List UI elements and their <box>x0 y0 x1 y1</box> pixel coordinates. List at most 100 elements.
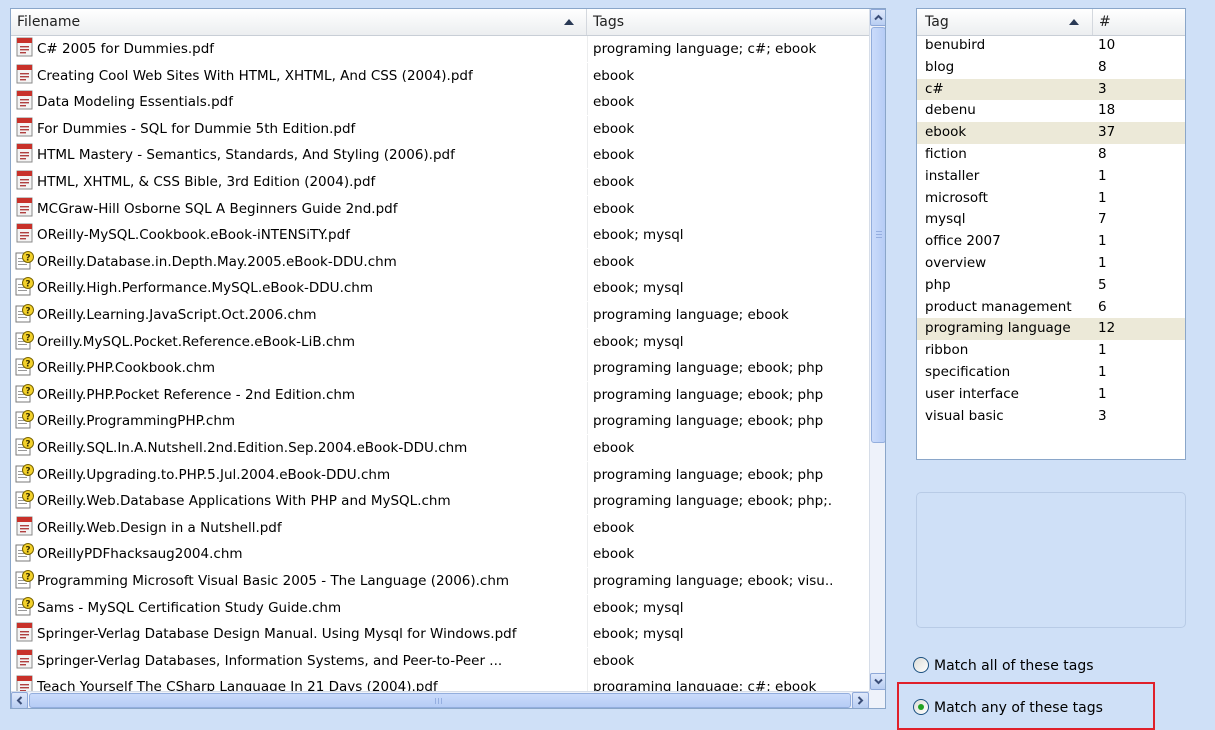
file-row[interactable]: ? OReilly.Learning.JavaScript.Oct.2006.ch… <box>11 302 869 328</box>
file-name: For Dummies - SQL for Dummie 5th Edition… <box>37 120 356 137</box>
file-name: OReilly.ProgrammingPHP.chm <box>37 413 236 430</box>
svg-text:?: ? <box>25 360 30 370</box>
tag-row[interactable]: ribbon 1 <box>917 340 1185 362</box>
column-header-count-label: # <box>1099 14 1111 30</box>
column-header-count[interactable]: # <box>1093 9 1185 35</box>
file-row[interactable]: ? Sams - MySQL Certification Study Guide.… <box>11 594 869 621</box>
file-row[interactable]: ? OReilly.Database.in.Depth.May.2005.eBoo… <box>11 248 869 275</box>
chm-help-icon: ? <box>15 542 35 562</box>
file-tags: ebook <box>593 94 635 111</box>
chm-help-icon: ? <box>15 596 35 616</box>
scrollbar-corner <box>869 691 885 708</box>
file-row[interactable]: Creating Cool Web Sites With HTML, XHTML… <box>11 62 869 89</box>
file-row[interactable]: ? OReilly.Upgrading.to.PHP.5.Jul.2004.eBo… <box>11 461 869 488</box>
file-row[interactable]: MCGraw-Hill Osborne SQL A Beginners Guid… <box>11 195 869 222</box>
file-name-cell: C# 2005 for Dummies.pdf <box>15 36 588 62</box>
file-name: C# 2005 for Dummies.pdf <box>37 41 215 57</box>
file-row[interactable]: ? OReilly.High.Performance.MySQL.eBook-DD… <box>11 275 869 302</box>
tag-row[interactable]: visual basic 3 <box>917 406 1185 428</box>
tag-row[interactable]: microsoft 1 <box>917 188 1185 210</box>
tag-row[interactable]: debenu 18 <box>917 100 1185 122</box>
file-name: OReilly.Learning.JavaScript.Oct.2006.chm <box>37 307 317 323</box>
file-row[interactable]: ? OReilly.Web.Database Applications With … <box>11 488 869 515</box>
tag-row[interactable]: benubird 10 <box>917 35 1185 57</box>
tag-row[interactable]: specification 1 <box>917 362 1185 384</box>
tag-name: visual basic <box>925 407 1004 424</box>
pdf-icon <box>15 37 35 57</box>
file-name-cell: MCGraw-Hill Osborne SQL A Beginners Guid… <box>15 195 588 222</box>
pdf-icon <box>15 64 35 84</box>
tag-name: php <box>925 276 951 293</box>
file-name-cell: For Dummies - SQL for Dummie 5th Edition… <box>15 115 588 142</box>
vertical-scrollbar[interactable] <box>869 9 885 691</box>
file-name-cell: ? OReilly.ProgrammingPHP.chm <box>15 408 588 435</box>
column-header-tags[interactable]: Tags <box>587 9 869 35</box>
file-row[interactable]: HTML Mastery - Semantics, Standards, And… <box>11 142 869 169</box>
scroll-down-button[interactable] <box>870 673 885 690</box>
file-name-cell: ? OReillyPDFhacksaug2004.chm <box>15 541 588 568</box>
tag-row[interactable]: ebook 37 <box>917 122 1185 144</box>
file-name-cell: Springer-Verlag Database Design Manual. … <box>15 621 588 648</box>
file-name: OReilly.High.Performance.MySQL.eBook-DDU… <box>37 280 373 297</box>
scroll-up-button[interactable] <box>870 9 885 26</box>
file-row[interactable]: Data Modeling Essentials.pdf ebook <box>11 89 869 116</box>
tag-row[interactable]: overview 1 <box>917 253 1185 275</box>
tag-row[interactable]: office 2007 1 <box>917 231 1185 253</box>
scroll-left-button[interactable] <box>11 692 28 708</box>
file-tags: programing language; ebook; visu.. <box>593 573 834 589</box>
tag-row[interactable]: programing language 12 <box>917 318 1185 341</box>
tag-name: debenu <box>925 102 976 119</box>
file-row[interactable]: ? OReilly.ProgrammingPHP.chm programing la… <box>11 408 869 435</box>
file-row[interactable]: ? OReilly.SQL.In.A.Nutshell.2nd.Edition.S… <box>11 435 869 461</box>
file-tags: programing language; ebook; php <box>593 386 824 403</box>
file-row[interactable]: OReilly.Web.Design in a Nutshell.pdf eboo… <box>11 514 869 541</box>
file-name: MCGraw-Hill Osborne SQL A Beginners Guid… <box>37 200 398 217</box>
file-row[interactable]: Springer-Verlag Databases, Information S… <box>11 647 869 674</box>
tag-list[interactable]: Tag # benubird 10 blog 8 c# 3 debenu 18 ebook 37 f… <box>916 8 1186 460</box>
file-row[interactable]: ? OReillyPDFhacksaug2004.chm ebook <box>11 541 869 568</box>
file-name: Sams - MySQL Certification Study Guide.c… <box>37 599 342 616</box>
file-tags: programing language; ebook; php;. <box>593 493 833 510</box>
tag-row[interactable]: c# 3 <box>917 78 1185 101</box>
file-row[interactable]: ? Oreilly.MySQL.Pocket.Reference.eBook-Li… <box>11 328 869 355</box>
column-header-tag[interactable]: Tag <box>917 9 1093 35</box>
file-tags: ebook <box>593 253 635 270</box>
file-tags: programing language; c#; ebook <box>593 41 817 57</box>
vertical-scroll-thumb[interactable] <box>871 27 885 443</box>
tag-count: 12 <box>1098 320 1116 337</box>
file-row[interactable]: HTML, XHTML, & CSS Bible, 3rd Edition (2… <box>11 169 869 195</box>
file-row[interactable]: ? Programming Microsoft Visual Basic 2005… <box>11 568 869 594</box>
tag-name: c# <box>925 80 944 97</box>
svg-text:?: ? <box>25 573 30 583</box>
chm-help-icon: ? <box>15 436 35 456</box>
tag-row[interactable]: blog 8 <box>917 57 1185 79</box>
file-name-cell: HTML Mastery - Semantics, Standards, And… <box>15 142 588 169</box>
file-name-cell: OReilly.Web.Design in a Nutshell.pdf <box>15 514 588 541</box>
match-all-radio[interactable]: Match all of these tags <box>913 655 1143 677</box>
tag-row[interactable]: fiction 8 <box>917 144 1185 166</box>
tag-count: 5 <box>1098 276 1107 293</box>
file-row[interactable]: C# 2005 for Dummies.pdf programing langua… <box>11 36 869 62</box>
tag-row[interactable]: php 5 <box>917 275 1185 297</box>
tag-row[interactable]: installer 1 <box>917 166 1185 188</box>
tag-count: 1 <box>1098 189 1107 206</box>
file-row[interactable]: ? OReilly.PHP.Cookbook.chm programing lang… <box>11 355 869 382</box>
file-tags: programing language; ebook; php <box>593 360 824 377</box>
tag-row[interactable]: mysql 7 <box>917 209 1185 231</box>
tag-row[interactable]: product management 6 <box>917 297 1185 319</box>
file-row[interactable]: Springer-Verlag Database Design Manual. … <box>11 621 869 648</box>
file-row[interactable]: ? OReilly.PHP.Pocket Reference - 2nd Edit… <box>11 381 869 408</box>
sort-ascending-icon <box>564 19 574 25</box>
pdf-icon <box>15 622 35 642</box>
horizontal-scrollbar[interactable] <box>11 691 869 708</box>
file-row[interactable]: OReilly-MySQL.Cookbook.eBook-iNTENSiTY.p… <box>11 222 869 249</box>
file-name: Springer-Verlag Databases, Information S… <box>37 652 503 669</box>
file-row[interactable]: For Dummies - SQL for Dummie 5th Edition… <box>11 115 869 142</box>
file-list[interactable]: Filename Tags C# 2005 for Dummies.pdf pro… <box>10 8 886 709</box>
tag-count: 1 <box>1098 364 1107 380</box>
chm-help-icon: ? <box>15 303 35 323</box>
tag-row[interactable]: user interface 1 <box>917 384 1185 406</box>
column-header-filename[interactable]: Filename <box>11 9 587 35</box>
horizontal-scroll-thumb[interactable] <box>29 693 851 708</box>
scroll-right-button[interactable] <box>852 692 869 708</box>
